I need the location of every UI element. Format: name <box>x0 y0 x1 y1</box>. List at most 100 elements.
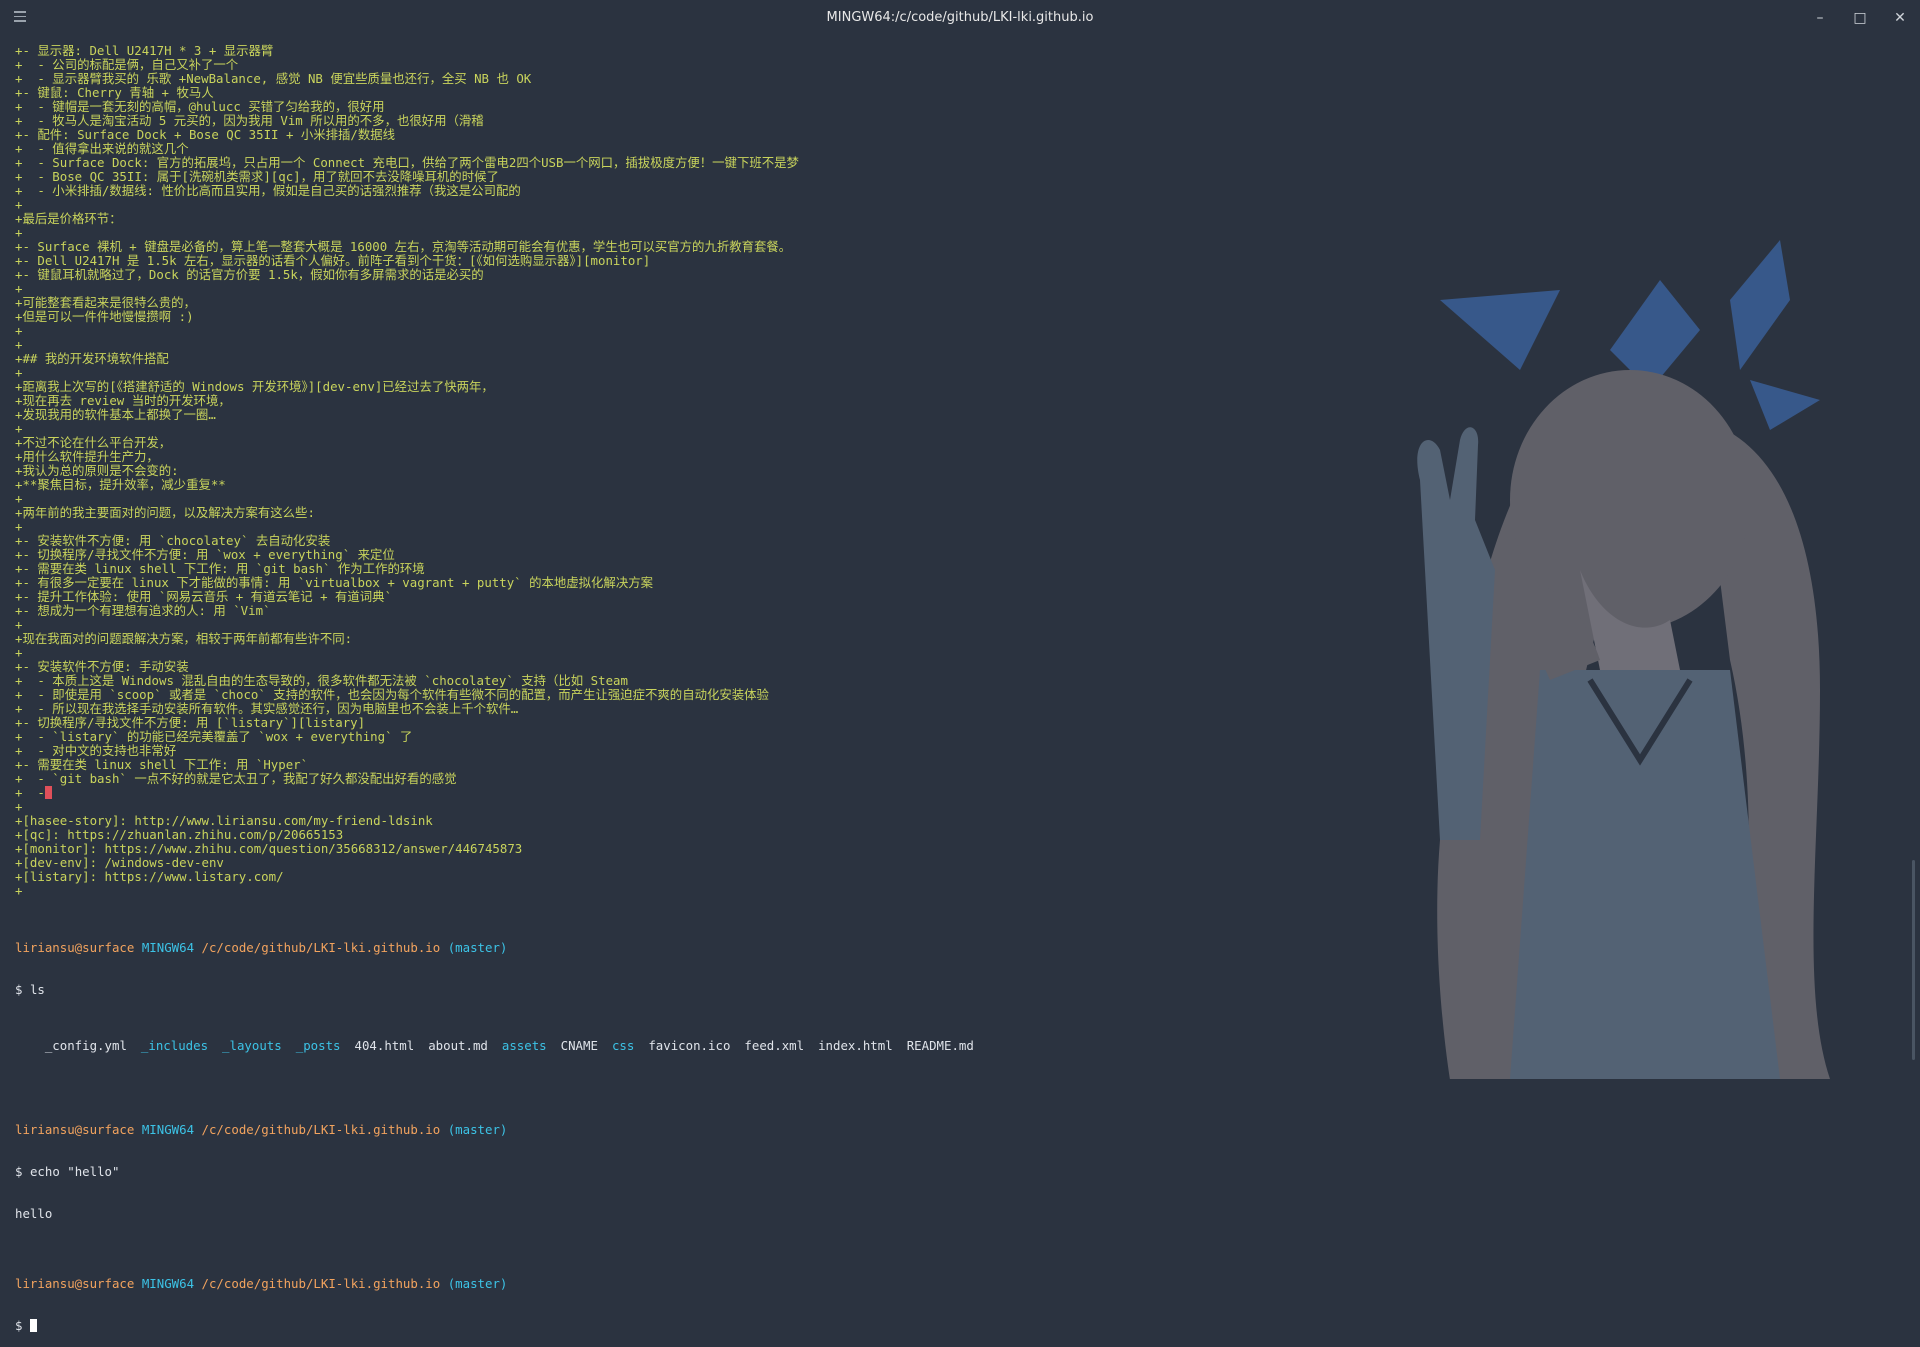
diff-line: + - Bose QC 35II: 属于[洗碗机类需求][qc]，用了就回不去没… <box>15 169 499 184</box>
diff-line: + <box>15 645 23 660</box>
ls-file: feed.xml <box>744 1038 805 1053</box>
diff-line: +[qc]: https://zhuanlan.zhihu.com/p/2066… <box>15 827 344 842</box>
prompt-branch: (master) <box>447 1276 508 1291</box>
prompt-line-1: liriansu@surface MINGW64 /c/code/github/… <box>15 941 974 955</box>
prompt-user: liriansu@surface <box>15 940 135 955</box>
diff-line: +[dev-env]: /windows-dev-env <box>15 855 224 870</box>
diff-line: + - 值得拿出来说的就这几个 <box>15 141 189 156</box>
prompt-line-3: liriansu@surface MINGW64 /c/code/github/… <box>15 1277 974 1291</box>
ls-dir: _posts <box>295 1038 341 1053</box>
diff-line: +可能整套看起来是很特么贵的， <box>15 295 196 310</box>
diff-line: +用什么软件提升生产力， <box>15 449 159 464</box>
prompt-path: /c/code/github/LKI-lki.github.io <box>201 1276 441 1291</box>
diff-line: +现在我面对的问题跟解决方案，相较于两年前都有些许不同: <box>15 631 353 646</box>
minimize-button[interactable]: – <box>1810 8 1830 28</box>
background-character-illustration <box>1417 240 1830 1079</box>
terminal-session: liriansu@surface MINGW64 /c/code/github/… <box>15 913 974 1347</box>
command-input-line[interactable]: $ <box>15 1319 974 1333</box>
diff-line: + <box>15 421 23 436</box>
ls-file: about.md <box>428 1038 488 1053</box>
diff-line: +**聚焦目标，提升效率，减少重复** <box>15 477 226 492</box>
diff-line: + <box>15 337 23 352</box>
diff-line: + - `listary` 的功能已经完美覆盖了 `wox + everythi… <box>15 729 413 744</box>
diff-line: + - 显示器臂我买的 乐歌 +NewBalance, 感觉 NB 便宜些质量也… <box>15 71 532 86</box>
diff-line: + <box>15 365 23 380</box>
diff-line: +距离我上次写的[《搭建舒适的 Windows 开发环境》][dev-env]已… <box>15 379 494 394</box>
diff-line: + - 对中文的支持也非常好 <box>15 743 177 758</box>
diff-line: +- 键鼠耳机就略过了，Dock 的话官方价要 1.5k，假如你有多屏需求的话是… <box>15 267 484 282</box>
diff-line: + - 即使是用 `scoop` 或者是 `choco` 支持的软件，也会因为每… <box>15 687 769 702</box>
diff-line: +不过不论在什么平台开发， <box>15 435 172 450</box>
diff-line: + <box>15 617 23 632</box>
command-line-ls: $ ls <box>15 983 974 997</box>
close-button[interactable]: ✕ <box>1890 8 1910 28</box>
command-line-echo: $ echo "hello" <box>15 1165 974 1179</box>
terminal-output: +- 显示器: Dell U2417H * 3 + 显示器臂 + - 公司的标配是… <box>15 44 1440 898</box>
diff-line: +- 安装软件不方便: 用 `chocolatey` 去自动化安装 <box>15 533 331 548</box>
diff-line: +但是可以一件件地慢慢攒啊 :) <box>15 309 194 324</box>
ls-file: README.md <box>906 1038 974 1053</box>
diff-line: +[listary]: https://www.listary.com/ <box>15 869 284 884</box>
diff-line: + - 公司的标配是俩，自己又补了一个 <box>15 57 239 72</box>
prompt-symbol: $ <box>15 1318 23 1333</box>
ls-file: 404.html <box>354 1038 415 1053</box>
diff-line: +[hasee-story]: http://www.liriansu.com/… <box>15 813 433 828</box>
prompt-host: MINGW64 <box>141 1122 195 1137</box>
diff-line: +- 切换程序/寻找文件不方便: 用 `wox + everything` 来定… <box>15 547 395 562</box>
editor-cursor <box>44 786 52 799</box>
diff-line: +最后是价格环节： <box>15 211 122 226</box>
diff-line: + <box>15 197 23 212</box>
diff-line: +- 键鼠: Cherry 青轴 + 牧马人 <box>15 85 214 100</box>
text-cursor[interactable] <box>29 1319 37 1332</box>
command-ls: ls <box>29 982 45 997</box>
ls-file: CNAME <box>560 1038 598 1053</box>
diff-line: +## 我的开发环境软件搭配 <box>15 351 169 366</box>
diff-line: +[monitor]: https://www.zhihu.com/questi… <box>15 841 523 856</box>
diff-line: +- 想成为一个有理想有追求的人: 用 `Vim` <box>15 603 271 618</box>
echo-output: hello <box>15 1206 53 1221</box>
diff-line: +我认为总的原则是不会变的: <box>15 463 179 478</box>
ls-output: _config.yml _includes _layouts _posts 404.ht… <box>15 1025 974 1067</box>
prompt-host: MINGW64 <box>141 1276 195 1291</box>
diff-line: + - `git bash` 一点不好的就是它太丑了，我配了好久都没配出好看的感… <box>15 771 457 786</box>
prompt-path: /c/code/github/LKI-lki.github.io <box>201 1122 441 1137</box>
diff-line: + <box>15 225 23 240</box>
diff-line: +- Dell U2417H 是 1.5k 左右，显示器的话看个人偏好。前阵子看… <box>15 253 651 268</box>
ls-dir: _includes <box>140 1038 209 1053</box>
diff-line: +- 提升工作体验: 使用 `网易云音乐 + 有道云笔记 + 有道词典` <box>15 589 393 604</box>
ls-file: index.html <box>818 1038 893 1053</box>
diff-line: + <box>15 519 23 534</box>
ls-dir: assets <box>501 1038 547 1053</box>
ls-file: _config.yml <box>44 1038 127 1053</box>
diff-line: + - 牧马人是淘宝活动 5 元买的，因为我用 Vim 所以用的不多，也很好用（… <box>15 113 484 128</box>
prompt-line-2: liriansu@surface MINGW64 /c/code/github/… <box>15 1123 974 1137</box>
diff-line: + <box>15 281 23 296</box>
scrollbar[interactable] <box>1912 860 1915 1060</box>
diff-line: +- 切换程序/寻找文件不方便: 用 [`listary`][listary] <box>15 715 366 730</box>
prompt-path: /c/code/github/LKI-lki.github.io <box>201 940 441 955</box>
ls-dir: _layouts <box>222 1038 282 1053</box>
title-bar: MINGW64:/c/code/github/LKI-lki.github.io… <box>0 0 1920 36</box>
window-title: MINGW64:/c/code/github/LKI-lki.github.io <box>826 10 1094 25</box>
diff-line: + - 所以现在我选择手动安装所有软件。其实感觉还行，因为电脑里也不会装上千个软… <box>15 701 519 716</box>
prompt-branch: (master) <box>447 940 508 955</box>
diff-line: +- 需要在类 linux shell 下工作: 用 `git bash` 作为… <box>15 561 425 576</box>
diff-line: +- 有很多一定要在 linux 下才能做的事情: 用 `virtualbox … <box>15 575 653 590</box>
diff-line: +- 需要在类 linux shell 下工作: 用 `Hyper` <box>15 757 309 772</box>
diff-line: + <box>15 883 23 898</box>
prompt-host: MINGW64 <box>141 940 195 955</box>
prompt-user: liriansu@surface <box>15 1276 135 1291</box>
diff-line: +- 显示器: Dell U2417H * 3 + 显示器臂 <box>15 43 274 58</box>
maximize-button[interactable]: □ <box>1850 8 1870 28</box>
diff-line: +- Surface 裸机 + 键盘是必备的，算上笔一整套大概是 16000 左… <box>15 239 792 254</box>
diff-line: + - 键帽是一套无刻的高帽，@hulucc 买错了匀给我的，很好用 <box>15 99 385 114</box>
command-echo: echo "hello" <box>29 1164 120 1179</box>
diff-line: + - Surface Dock: 官方的拓展坞，只占用一个 Connect 充… <box>15 155 799 170</box>
diff-line: +- 安装软件不方便: 手动安装 <box>15 659 189 674</box>
prompt-symbol: $ <box>15 982 23 997</box>
diff-line: +现在再去 review 当时的开发环境， <box>15 393 231 408</box>
diff-line: +两年前的我主要面对的问题，以及解决方案有这么些: <box>15 505 315 520</box>
ls-dir: css <box>611 1038 635 1053</box>
diff-line: + <box>15 799 23 814</box>
diff-line: + <box>15 323 23 338</box>
